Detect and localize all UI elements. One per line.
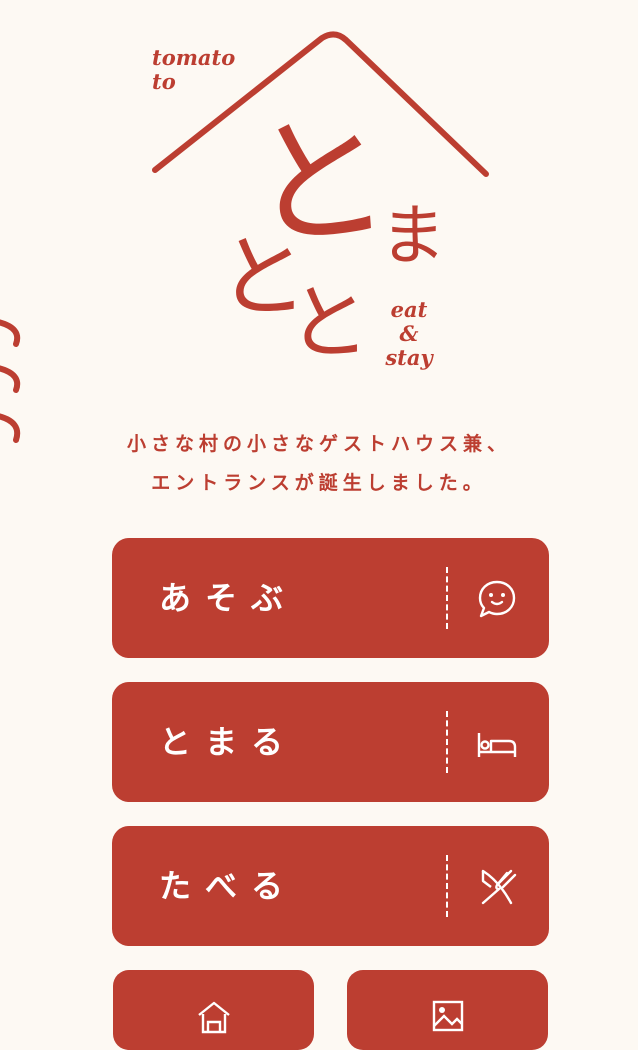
speech-bubble-smile-icon <box>478 580 516 618</box>
menu-button-tomaru[interactable]: とまる <box>113 683 548 801</box>
menu-button-asobu[interactable]: あそぶ <box>113 539 548 657</box>
tagline-line-2: エントランスが誕生しました。 <box>151 472 487 494</box>
menu-button-label: あそぶ <box>159 579 298 617</box>
logo-kana-to-bottom: と <box>288 276 371 371</box>
divider <box>446 711 448 773</box>
logo-eat-stay: eat & stay <box>385 297 433 371</box>
fork-knife-icon <box>481 869 517 905</box>
tagline-line-1: 小さな村の小さなゲストハウス兼、 <box>126 433 511 455</box>
divider <box>446 567 448 629</box>
bed-icon <box>477 733 517 757</box>
picture-icon <box>432 1000 464 1032</box>
menu-button-label: とまる <box>159 723 298 761</box>
site-logo[interactable]: tomato to と ま と と eat & stay <box>140 28 500 403</box>
menu-button-label: たべる <box>159 867 298 905</box>
house-icon <box>198 1001 230 1034</box>
tagline: 小さな村の小さなゲストハウス兼、 エントランスが誕生しました。 <box>0 425 638 503</box>
menu-button-taberu[interactable]: たべる <box>113 827 548 945</box>
logo-tomato-to: tomato to <box>152 45 236 95</box>
divider <box>446 855 448 917</box>
small-button-picture[interactable] <box>347 970 548 1050</box>
small-button-house[interactable] <box>113 970 314 1050</box>
logo-kana-ma: ま <box>380 197 446 274</box>
